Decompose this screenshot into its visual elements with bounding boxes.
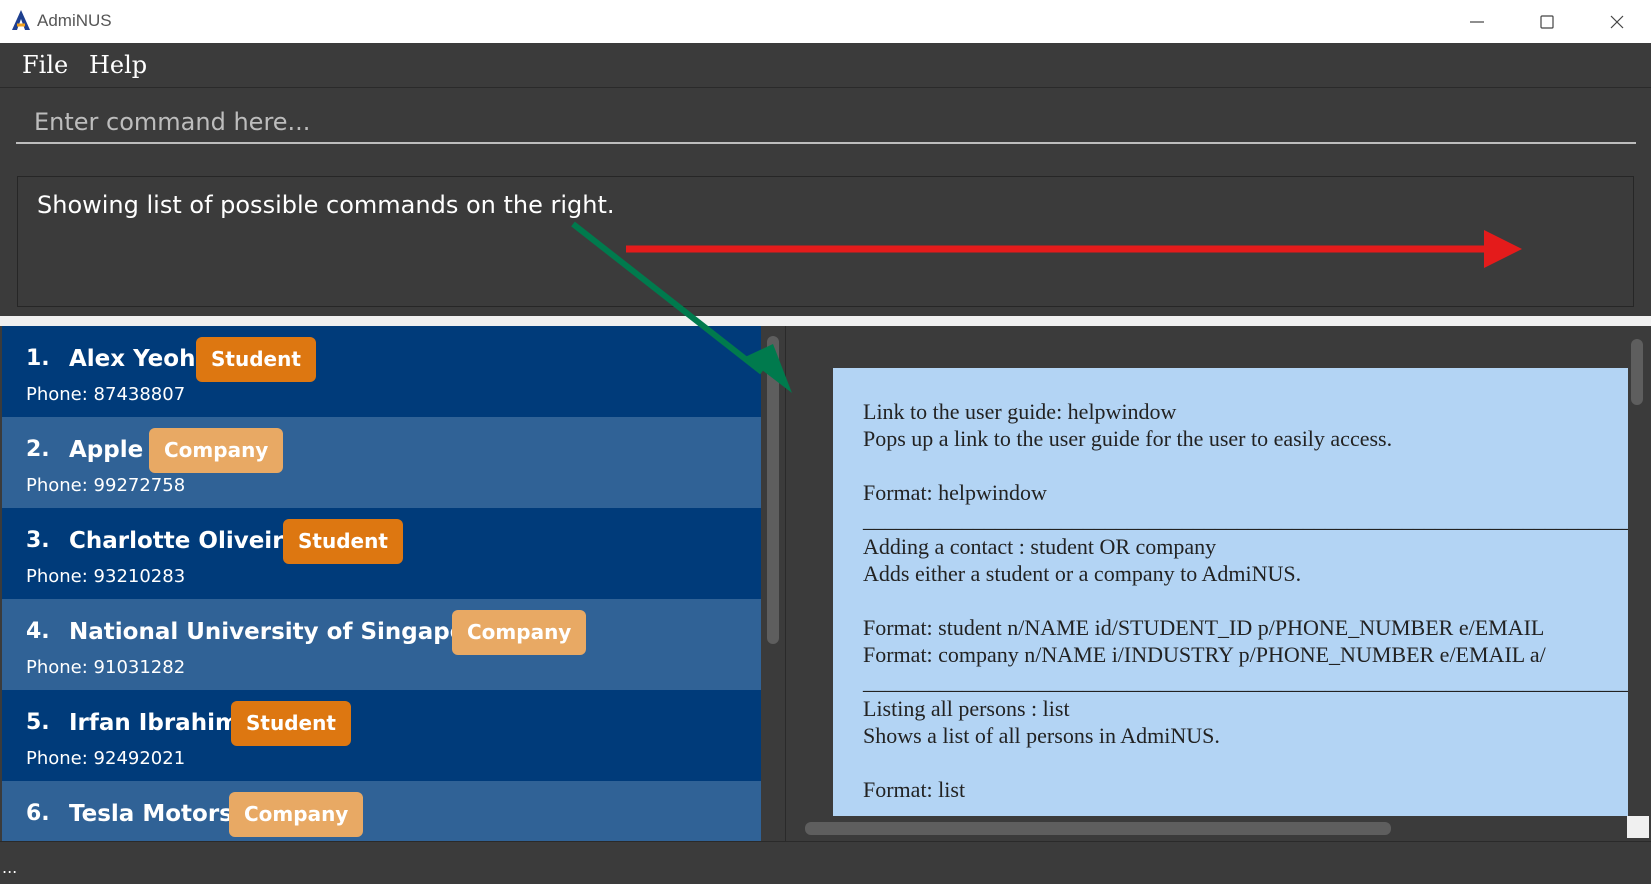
help-line (863, 749, 1628, 776)
result-message: Showing list of possible commands on the… (37, 191, 615, 219)
card-phone: Phone: 87438807 (26, 384, 186, 405)
card-index: 6. (26, 801, 50, 826)
split-divider[interactable] (0, 316, 1651, 326)
menu-file[interactable]: File (22, 51, 68, 79)
help-line: Format: student n/NAME id/STUDENT_ID p/P… (863, 615, 1545, 640)
card-name: Apple (69, 437, 144, 463)
scroll-corner (1627, 816, 1649, 838)
list-item[interactable]: 5. Irfan Ibrahim Student Phone: 92492021 (2, 690, 761, 781)
help-line: Listing all persons : list (863, 696, 1070, 721)
help-content: Link to the user guide: helpwindow Pops u… (833, 368, 1628, 816)
tag-badge: Company (149, 428, 284, 473)
help-line: Link to the user guide: helpwindow (863, 399, 1177, 424)
card-index: 2. (26, 437, 50, 462)
card-index: 1. (26, 346, 50, 371)
help-line: Adds either a student or a company to Ad… (863, 561, 1302, 586)
menu-bar: File Help (0, 43, 1651, 88)
card-name: National University of Singapore (69, 619, 493, 645)
help-line (863, 452, 1628, 479)
help-text: Link to the user guide: helpwindow Pops u… (863, 398, 1628, 803)
card-index: 3. (26, 528, 50, 553)
help-line: Format: helpwindow (863, 480, 1047, 505)
help-line: Adding a contact : student OR company (863, 534, 1217, 559)
list-item[interactable]: 1. Alex Yeoh Student Phone: 87438807 (2, 326, 761, 417)
result-display: Showing list of possible commands on the… (17, 176, 1634, 307)
help-line (863, 587, 1628, 614)
card-name: Tesla Motors (69, 801, 233, 827)
status-bar: ... (0, 841, 1651, 884)
list-item[interactable]: 6. Tesla Motors Company (2, 781, 761, 841)
tag-badge: Company (452, 610, 587, 655)
close-button[interactable] (1582, 0, 1651, 43)
tag-badge: Student (196, 337, 316, 382)
minimize-button[interactable] (1442, 0, 1512, 43)
help-line: Pops up a link to the user guide for the… (863, 426, 1393, 451)
menu-help[interactable]: Help (89, 51, 147, 79)
help-line: Format: company n/NAME i/INDUSTRY p/PHON… (863, 642, 1546, 667)
command-area (0, 88, 1651, 161)
help-line: ________________________________________… (863, 669, 1628, 694)
help-line: Format: list (863, 777, 966, 802)
help-line: ________________________________________… (863, 507, 1628, 532)
list-item[interactable]: 4. National University of Singapore Comp… (2, 599, 761, 690)
tag-badge: Student (283, 519, 403, 564)
card-phone: Phone: 92492021 (26, 748, 186, 769)
list-item[interactable]: 3. Charlotte Oliveiro Student Phone: 932… (2, 508, 761, 599)
help-line: Shows a list of all persons in AdmiNUS. (863, 723, 1220, 748)
card-name: Charlotte Oliveiro (69, 528, 300, 554)
help-panel: Link to the user guide: helpwindow Pops u… (785, 326, 1651, 841)
list-scrollbar[interactable] (767, 336, 779, 644)
app-logo-icon (12, 10, 30, 30)
command-input[interactable] (16, 102, 1636, 144)
maximize-button[interactable] (1512, 0, 1582, 43)
card-index: 4. (26, 619, 50, 644)
minimize-icon (1470, 20, 1484, 23)
help-horizontal-scrollbar[interactable] (805, 822, 1391, 835)
result-area: Showing list of possible commands on the… (0, 161, 1651, 316)
status-text: ... (2, 858, 18, 877)
card-phone: Phone: 99272758 (26, 475, 186, 496)
help-vertical-scrollbar[interactable] (1631, 339, 1643, 405)
contact-list: 1. Alex Yeoh Student Phone: 87438807 2. … (0, 326, 762, 841)
tag-badge: Student (231, 701, 351, 746)
card-name: Alex Yeoh (69, 346, 196, 372)
maximize-icon (1540, 14, 1554, 29)
tag-badge: Company (229, 792, 364, 837)
card-index: 5. (26, 710, 50, 735)
title-bar: AdmiNUS (0, 0, 1651, 43)
card-phone: Phone: 93210283 (26, 566, 186, 587)
card-name: Irfan Ibrahim (69, 710, 239, 736)
window-title: AdmiNUS (37, 11, 112, 30)
card-phone: Phone: 91031282 (26, 657, 186, 678)
close-icon (1610, 15, 1624, 28)
list-item[interactable]: 2. Apple Company Phone: 99272758 (2, 417, 761, 508)
